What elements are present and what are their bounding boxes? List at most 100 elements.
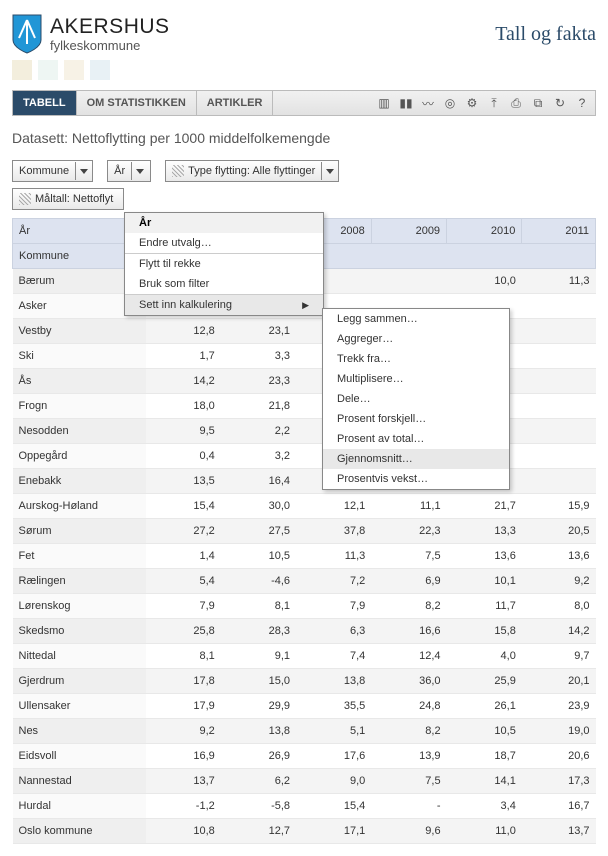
cell[interactable]: 23,3 (221, 369, 296, 394)
cell[interactable]: 14,2 (146, 369, 221, 394)
cell[interactable]: 16,6 (371, 619, 446, 644)
cell[interactable]: 36,0 (371, 669, 446, 694)
copy-icon[interactable]: ⧉ (531, 96, 545, 110)
target-icon[interactable]: ◎ (443, 96, 457, 110)
cell[interactable]: 1,4 (146, 544, 221, 569)
row-label[interactable]: Nesodden (13, 419, 146, 444)
cell[interactable] (522, 444, 596, 469)
row-label[interactable]: Eidsvoll (13, 744, 146, 769)
cell[interactable]: 27,2 (146, 519, 221, 544)
row-label[interactable]: Ski (13, 344, 146, 369)
cell[interactable]: 14,2 (522, 619, 596, 644)
cell[interactable]: 9,1 (221, 644, 296, 669)
cell[interactable]: 37,8 (296, 519, 371, 544)
cell[interactable]: 7,5 (371, 544, 446, 569)
cell[interactable]: 8,2 (371, 594, 446, 619)
cell[interactable]: 16,9 (146, 744, 221, 769)
cell[interactable]: 22,3 (371, 519, 446, 544)
cell[interactable]: 30,0 (221, 494, 296, 519)
tab-tabell[interactable]: TABELL (13, 91, 77, 115)
row-label[interactable]: Sørum (13, 519, 146, 544)
cell[interactable]: 13,7 (522, 819, 596, 844)
row-label[interactable]: Gjerdrum (13, 669, 146, 694)
menu-prosent-forskjell[interactable]: Prosent forskjell… (323, 409, 509, 429)
menu-trekk-fra[interactable]: Trekk fra… (323, 349, 509, 369)
menu-sett-inn-kalk[interactable]: Sett inn kalkulering▶ (125, 294, 323, 315)
col-2010[interactable]: 2010 (447, 219, 522, 244)
row-label[interactable]: Oppegård (13, 444, 146, 469)
cell[interactable]: 29,9 (221, 694, 296, 719)
cell[interactable]: 25,8 (146, 619, 221, 644)
cell[interactable]: 24,8 (371, 694, 446, 719)
cell[interactable]: 6,9 (371, 569, 446, 594)
cell[interactable]: 6,3 (296, 619, 371, 644)
cell[interactable]: 4,0 (447, 644, 522, 669)
cell[interactable]: 17,8 (146, 669, 221, 694)
cell[interactable]: 11,1 (371, 494, 446, 519)
cell[interactable] (522, 369, 596, 394)
cell[interactable]: 10,5 (221, 544, 296, 569)
row-label[interactable]: Ås (13, 369, 146, 394)
cell[interactable]: 0,4 (146, 444, 221, 469)
row-label[interactable]: Nittedal (13, 644, 146, 669)
cell[interactable]: 7,5 (371, 769, 446, 794)
cell[interactable]: 15,0 (221, 669, 296, 694)
cell[interactable]: 9,2 (146, 719, 221, 744)
cell[interactable]: 18,7 (447, 744, 522, 769)
cell[interactable]: 13,6 (447, 544, 522, 569)
cell[interactable]: 35,5 (296, 694, 371, 719)
cell[interactable]: 7,4 (296, 644, 371, 669)
cell[interactable]: 10,1 (447, 569, 522, 594)
cell[interactable]: 9,0 (296, 769, 371, 794)
cell[interactable] (522, 294, 596, 319)
row-label[interactable]: Rælingen (13, 569, 146, 594)
menu-bruk-filter[interactable]: Bruk som filter (125, 274, 323, 294)
settings-icon[interactable]: ⚙ (465, 96, 479, 110)
row-label[interactable]: Aurskog-Høland (13, 494, 146, 519)
menu-gjennomsnitt[interactable]: Gjennomsnitt… (323, 449, 509, 469)
row-label[interactable]: Oslo kommune (13, 819, 146, 844)
cell[interactable]: - (371, 794, 446, 819)
cell[interactable]: 11,7 (447, 594, 522, 619)
cell[interactable]: 28,3 (221, 619, 296, 644)
cell[interactable]: 3,2 (221, 444, 296, 469)
cell[interactable] (522, 344, 596, 369)
cell[interactable]: 20,5 (522, 519, 596, 544)
cell[interactable]: 17,6 (296, 744, 371, 769)
menu-prosent-total[interactable]: Prosent av total… (323, 429, 509, 449)
export-icon[interactable]: ⤒ (487, 96, 501, 110)
cell[interactable]: 9,5 (146, 419, 221, 444)
cell[interactable]: 9,6 (371, 819, 446, 844)
layout-icon[interactable]: ▥ (377, 96, 391, 110)
cell[interactable] (522, 469, 596, 494)
cell[interactable]: 11,0 (447, 819, 522, 844)
cell[interactable]: 21,8 (221, 394, 296, 419)
cell[interactable]: 15,9 (522, 494, 596, 519)
cell[interactable]: 6,2 (221, 769, 296, 794)
row-label[interactable]: Ullensaker (13, 694, 146, 719)
cell[interactable]: 3,4 (447, 794, 522, 819)
cell[interactable]: 5,1 (296, 719, 371, 744)
cell[interactable]: 20,6 (522, 744, 596, 769)
menu-flytt-rekke[interactable]: Flytt til rekke (125, 253, 323, 274)
cell[interactable]: 8,0 (522, 594, 596, 619)
col-2009[interactable]: 2009 (371, 219, 446, 244)
row-label[interactable]: Vestby (13, 319, 146, 344)
cell[interactable]: 5,4 (146, 569, 221, 594)
print-icon[interactable]: ⎙ (509, 96, 523, 110)
cell[interactable]: 13,9 (371, 744, 446, 769)
cell[interactable]: 16,4 (221, 469, 296, 494)
cell[interactable]: 27,5 (221, 519, 296, 544)
row-label[interactable]: Nannestad (13, 769, 146, 794)
menu-aggreger[interactable]: Aggreger… (323, 329, 509, 349)
row-label[interactable]: Skedsmo (13, 619, 146, 644)
cell[interactable] (522, 419, 596, 444)
cell[interactable]: 26,9 (221, 744, 296, 769)
cell[interactable]: 8,1 (146, 644, 221, 669)
cell[interactable]: -1,2 (146, 794, 221, 819)
cell[interactable]: 26,1 (447, 694, 522, 719)
menu-dele[interactable]: Dele… (323, 389, 509, 409)
cell[interactable]: 8,2 (371, 719, 446, 744)
cell[interactable]: 10,0 (447, 269, 522, 294)
cell[interactable]: 15,8 (447, 619, 522, 644)
